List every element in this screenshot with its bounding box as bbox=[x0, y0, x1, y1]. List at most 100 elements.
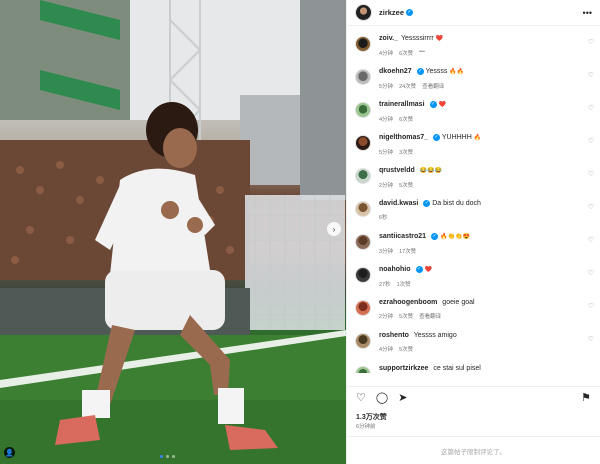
comment-item: trainerallmasi ✓ ❤️ 4分钟 6次赞 ♡ bbox=[347, 99, 600, 132]
comment-likes[interactable]: 5次赞 bbox=[399, 345, 413, 353]
next-slide-button[interactable]: › bbox=[327, 222, 341, 236]
comment-item: qrustveldd 😂😂😂 2分钟 5次赞 ♡ bbox=[347, 165, 600, 198]
post-date[interactable]: 6分钟前 bbox=[356, 422, 376, 430]
comment-emoji: 😂😂😂 bbox=[419, 168, 443, 174]
commenter-username[interactable]: supportzirkzee bbox=[379, 365, 428, 372]
commenter-username[interactable]: santiicastro21 bbox=[379, 233, 426, 240]
tagged-user-icon[interactable]: 👤 bbox=[4, 447, 15, 458]
post-actions: ♡ ◯ ➤ ⚑ bbox=[347, 386, 600, 408]
comment-icon[interactable]: ◯ bbox=[376, 391, 388, 404]
commenter-avatar[interactable] bbox=[355, 201, 371, 217]
commenter-avatar[interactable] bbox=[355, 267, 371, 283]
comment-like-icon[interactable]: ♡ bbox=[588, 71, 594, 79]
comment-likes[interactable]: 5次赞 bbox=[399, 181, 413, 189]
comment-like-icon[interactable]: ♡ bbox=[588, 203, 594, 211]
verified-badge-icon: ✓ bbox=[416, 67, 424, 75]
heart-icon[interactable]: ♡ bbox=[356, 391, 366, 404]
comment-text: Yessss amigo bbox=[413, 332, 457, 339]
commenter-avatar[interactable] bbox=[355, 168, 371, 184]
carousel-dot bbox=[166, 455, 169, 458]
commenter-avatar[interactable] bbox=[355, 36, 371, 52]
comment-time: 4分钟 bbox=[379, 347, 394, 353]
commenter-avatar[interactable] bbox=[355, 234, 371, 250]
comment-time: 5分钟 bbox=[379, 84, 394, 90]
comment-like-icon[interactable]: ♡ bbox=[588, 170, 594, 178]
comment-item: david.kwasi ✓ Da bist du doch 6秒 ♡ bbox=[347, 198, 600, 231]
verified-badge-icon: ✓ bbox=[431, 232, 439, 240]
verified-badge-icon: ✓ bbox=[429, 100, 437, 108]
commenter-avatar[interactable] bbox=[355, 102, 371, 118]
post-sidebar: zirkzee ✓ ••• zoiv._ Yessssirrrr ❤️ 4分钟 6次… bbox=[346, 0, 600, 464]
comment-item: roshento Yessss amigo 4分钟 5次赞 ♡ bbox=[347, 330, 600, 363]
comments-list: zoiv._ Yessssirrrr ❤️ 4分钟 6次赞 ••• ♡ dkoehn2… bbox=[347, 33, 600, 385]
more-options-icon[interactable]: ••• bbox=[583, 8, 592, 18]
comment-likes[interactable]: 17次赞 bbox=[399, 247, 416, 255]
comment-options-icon[interactable]: ••• bbox=[419, 49, 425, 57]
comment-time: 5分钟 bbox=[379, 150, 394, 156]
commenter-username[interactable]: roshento bbox=[379, 332, 409, 339]
commenter-username[interactable]: ezrahoogenboom bbox=[379, 299, 437, 306]
commenter-avatar[interactable] bbox=[355, 135, 371, 151]
commenter-avatar[interactable] bbox=[355, 366, 371, 373]
carousel-dot bbox=[172, 455, 175, 458]
comment-text: YUHHHH bbox=[441, 134, 472, 141]
commenter-avatar[interactable] bbox=[355, 300, 371, 316]
instagram-post: › 👤 zirkzee ✓ ••• zoiv._ Yessssirrrr ❤️ 4… bbox=[0, 0, 600, 464]
post-photo[interactable]: › 👤 bbox=[0, 0, 346, 464]
comment-like-icon[interactable]: ♡ bbox=[588, 236, 594, 244]
comment-item: zoiv._ Yessssirrrr ❤️ 4分钟 6次赞 ••• ♡ bbox=[347, 33, 600, 66]
verified-badge-icon: ✓ bbox=[415, 265, 423, 273]
verified-badge-icon: ✓ bbox=[406, 9, 414, 16]
comment-time: 4分钟 bbox=[379, 117, 394, 123]
comment-time: 27秒 bbox=[379, 282, 391, 288]
bookmark-icon[interactable]: ⚑ bbox=[581, 391, 591, 404]
comment-item: dkoehn27 ✓ Yessss 🔥🔥 5分钟 24次赞 查看翻译 ♡ bbox=[347, 66, 600, 99]
comment-likes[interactable]: 24次赞 bbox=[399, 82, 416, 90]
post-header: zirkzee ✓ ••• bbox=[347, 0, 600, 26]
comment-like-icon[interactable]: ♡ bbox=[588, 335, 594, 343]
comment-text: ce stai sul pisel bbox=[433, 365, 481, 372]
comment-item: nigelthomas7_ ✓ YUHHHH 🔥 5分钟 3次赞 ♡ bbox=[347, 132, 600, 165]
author-username[interactable]: zirkzee bbox=[379, 8, 404, 17]
commenter-username[interactable]: dkoehn27 bbox=[379, 68, 412, 75]
comment-text: goeie goal bbox=[442, 299, 475, 306]
comment-like-icon[interactable]: ♡ bbox=[588, 38, 594, 46]
comment-text: Da bist du doch bbox=[432, 200, 481, 207]
comment-like-icon[interactable]: ♡ bbox=[588, 137, 594, 145]
post-image bbox=[0, 0, 346, 464]
translate-link[interactable]: 查看翻译 bbox=[422, 82, 444, 90]
commenter-username[interactable]: trainerallmasi bbox=[379, 101, 425, 108]
comment-text: Yessss bbox=[425, 68, 448, 75]
comments-closed-notice: 这篇帖子限制评论了。 bbox=[347, 436, 600, 464]
commenter-username[interactable]: noahohio bbox=[379, 266, 411, 273]
comment-emoji: ❤️ bbox=[424, 267, 432, 273]
comment-like-icon[interactable]: ♡ bbox=[588, 269, 594, 277]
comment-likes[interactable]: 1次赞 bbox=[397, 280, 411, 288]
comment-emoji: 🔥👏👏😍 bbox=[440, 234, 470, 240]
comment-likes[interactable]: 3次赞 bbox=[399, 148, 413, 156]
comment-time: 3分钟 bbox=[379, 249, 394, 255]
author-avatar[interactable] bbox=[355, 4, 372, 21]
commenter-username[interactable]: zoiv._ bbox=[379, 35, 398, 42]
carousel-dot bbox=[160, 455, 163, 458]
commenter-avatar[interactable] bbox=[355, 69, 371, 85]
verified-badge-icon: ✓ bbox=[423, 199, 431, 207]
comment-emoji: 🔥🔥 bbox=[449, 69, 465, 75]
comment-like-icon[interactable]: ♡ bbox=[588, 302, 594, 310]
carousel-dots bbox=[160, 455, 175, 458]
likes-count[interactable]: 1.3万次赞 bbox=[356, 412, 387, 422]
comment-emoji: 🔥 bbox=[473, 135, 482, 141]
translate-link[interactable]: 查看翻译 bbox=[419, 312, 441, 320]
send-icon[interactable]: ➤ bbox=[398, 391, 407, 404]
commenter-username[interactable]: qrustveldd bbox=[379, 167, 415, 174]
comment-likes[interactable]: 6次赞 bbox=[399, 49, 413, 57]
commenter-avatar[interactable] bbox=[355, 333, 371, 349]
comment-likes[interactable]: 6次赞 bbox=[399, 115, 413, 123]
comment-time: 6秒 bbox=[379, 215, 388, 221]
comment-like-icon[interactable]: ♡ bbox=[588, 104, 594, 112]
commenter-username[interactable]: nigelthomas7_ bbox=[379, 134, 428, 141]
comment-item: ezrahoogenboom goeie goal 2分钟 5次赞 查看翻译 ♡ bbox=[347, 297, 600, 330]
comment-likes[interactable]: 5次赞 bbox=[399, 312, 413, 320]
commenter-username[interactable]: david.kwasi bbox=[379, 200, 418, 207]
comment-item: santiicastro21 ✓ 🔥👏👏😍 3分钟 17次赞 ♡ bbox=[347, 231, 600, 264]
